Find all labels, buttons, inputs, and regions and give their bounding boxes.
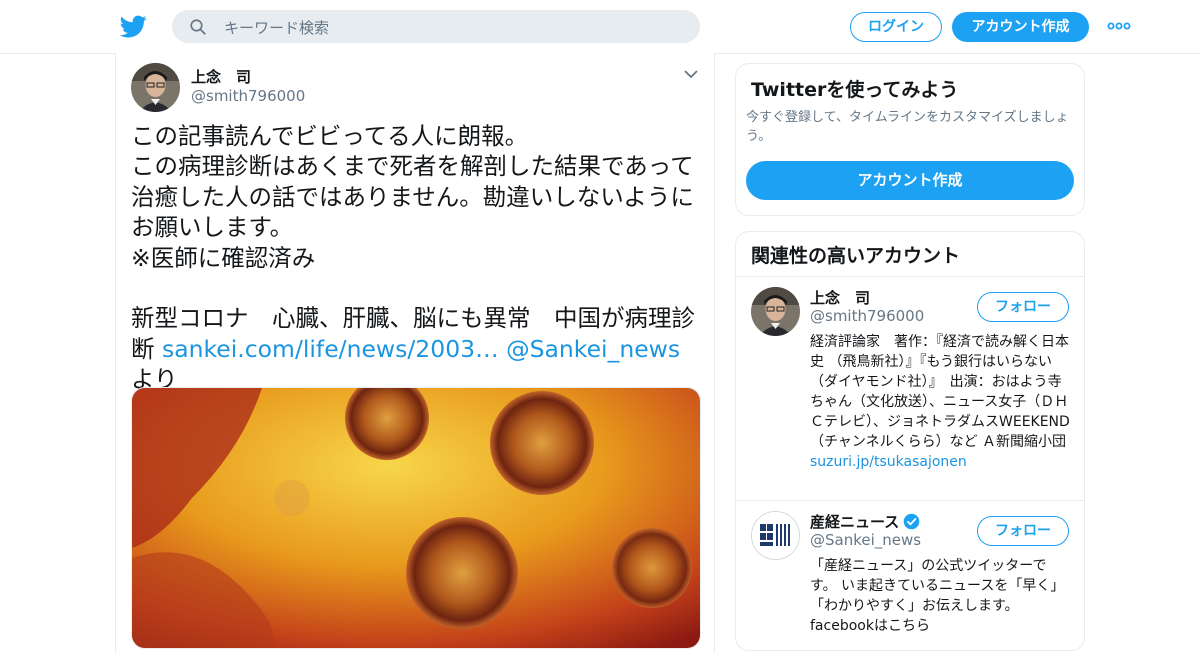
tweet-media[interactable] xyxy=(131,387,701,649)
sankei-logo-icon xyxy=(752,512,799,559)
signup-button[interactable]: アカウント作成 xyxy=(952,12,1089,42)
account-name-text: 産経ニュース xyxy=(810,513,900,531)
try-twitter-card: Twitterを使ってみよう 今すぐ登録して、タイムラインをカスタマイズしましょ… xyxy=(735,63,1085,216)
account-bio: 経済評論家 著作：『経済で読み解く日本史 （飛鳥新社）』『もう銀行はいらない（ダ… xyxy=(810,332,1072,472)
account-name[interactable]: 上念 司 xyxy=(810,287,870,308)
try-card-description: 今すぐ登録して、タイムラインをカスタマイズしましょう。 xyxy=(746,110,1069,144)
avatar-image xyxy=(751,287,800,336)
tweet-card: 上念 司 @smith796000 この記事読んでビビってる人に朗報。 この病理… xyxy=(115,53,715,653)
avatar-image xyxy=(131,63,180,112)
account-bio: 「産経ニュース」の公式ツイッターです。 いま起きているニュースを「早く」「わかり… xyxy=(810,558,1065,634)
login-button[interactable]: ログイン xyxy=(850,12,942,42)
chevron-down-icon[interactable] xyxy=(684,69,698,79)
search-icon xyxy=(190,19,206,35)
create-account-button[interactable]: アカウント作成 xyxy=(746,161,1074,200)
account-item[interactable]: 上念 司 @smith796000 フォロー 経済評論家 著作：『経済で読み解く… xyxy=(736,277,1084,500)
author-handle[interactable]: @smith796000 xyxy=(191,87,305,105)
related-accounts-card: 関連性の高いアカウント 上念 司 @smith796000 フォロー 経済評論家… xyxy=(735,231,1085,651)
avatar[interactable] xyxy=(131,63,180,112)
account-handle[interactable]: @Sankei_news xyxy=(810,531,921,549)
virus-image xyxy=(132,388,700,648)
account-item[interactable]: 産経ニュース @Sankei_news フォロー 「産経ニュース」の公式ツイッタ… xyxy=(736,501,1084,650)
twitter-logo-icon[interactable] xyxy=(120,13,147,40)
bio-link[interactable]: suzuri.jp/tsukasajonen xyxy=(810,454,967,470)
account-handle[interactable]: @smith796000 xyxy=(810,307,924,325)
more-dots-icon[interactable] xyxy=(1107,19,1131,33)
follow-button[interactable]: フォロー xyxy=(977,292,1069,322)
tweet-text: この記事読んでビビってる人に朗報。 この病理診断はあくまで死者を解剖した結果であ… xyxy=(131,121,701,395)
search-bar[interactable] xyxy=(172,10,700,45)
search-input[interactable] xyxy=(222,10,686,45)
account-bio-text: 経済評論家 著作：『経済で読み解く日本史 （飛鳥新社）』『もう銀行はいらない（ダ… xyxy=(810,334,1070,450)
mention-link[interactable]: @Sankei_news xyxy=(506,335,680,363)
account-name-text: 上念 司 xyxy=(810,289,871,307)
account-name[interactable]: 産経ニュース xyxy=(810,511,920,532)
avatar[interactable] xyxy=(751,287,800,336)
related-title: 関連性の高いアカウント xyxy=(751,245,961,267)
try-card-title: Twitterを使ってみよう xyxy=(751,79,959,101)
tweet-body: この記事読んでビビってる人に朗報。 この病理診断はあくまで死者を解剖した結果であ… xyxy=(131,122,695,363)
follow-button[interactable]: フォロー xyxy=(977,516,1069,546)
tweet-link[interactable]: sankei.com/life/news/2003… xyxy=(162,335,499,363)
author-name[interactable]: 上念 司 xyxy=(191,66,251,87)
verified-badge-icon xyxy=(903,513,920,530)
avatar[interactable] xyxy=(751,511,800,560)
top-bar: ログイン アカウント作成 xyxy=(0,0,1200,54)
